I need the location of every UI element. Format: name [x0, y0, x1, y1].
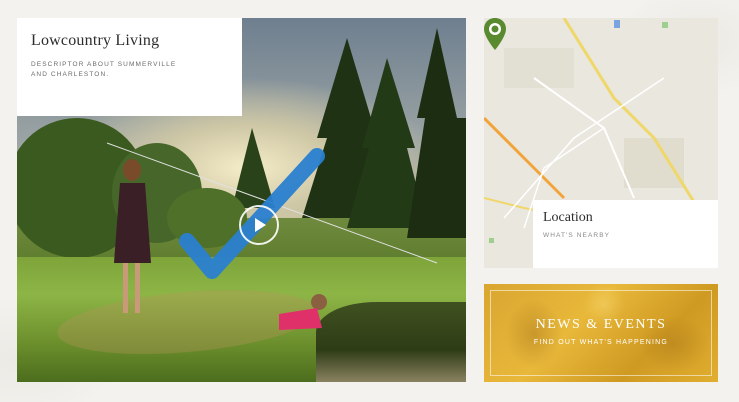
hero-descriptor: DESCRIPTOR ABOUT SUMMERVILLE AND CHARLES…: [31, 61, 177, 78]
map-pin-icon[interactable]: [484, 18, 506, 50]
news-events-tile[interactable]: NEWS & EVENTS FIND OUT WHAT'S HAPPENING: [484, 284, 718, 382]
location-subtitle: WHAT'S NEARBY: [543, 232, 611, 239]
location-card[interactable]: Location WHAT'S NEARBY: [533, 200, 718, 268]
hero-title-card: Lowcountry Living DESCRIPTOR ABOUT SUMME…: [17, 18, 242, 116]
page-title: Lowcountry Living: [31, 32, 160, 49]
news-subtitle: FIND OUT WHAT'S HAPPENING: [533, 339, 669, 346]
play-button[interactable]: [239, 205, 279, 245]
location-title: Location: [543, 210, 593, 225]
news-frame: [490, 290, 712, 376]
news-title: NEWS & EVENTS: [535, 317, 667, 332]
play-icon: [255, 218, 266, 232]
